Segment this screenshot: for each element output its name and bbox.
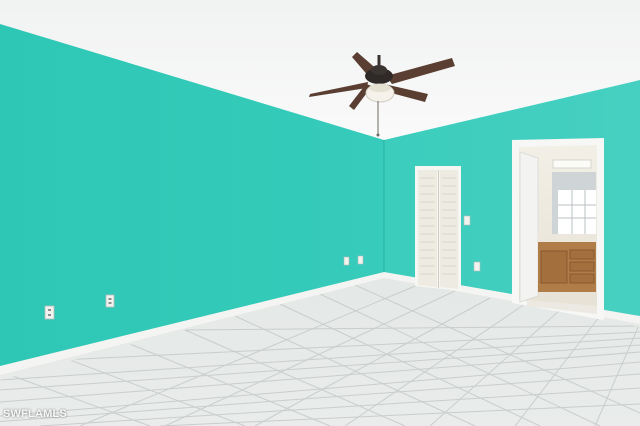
room-illustration xyxy=(0,0,640,426)
mls-watermark: SWFLAMLS xyxy=(3,408,67,420)
outlet-icon xyxy=(105,294,115,308)
light-switch-icon xyxy=(463,215,471,226)
open-bathroom-door xyxy=(519,151,539,303)
vanity-light xyxy=(552,159,592,169)
closet-door xyxy=(415,166,461,291)
outlet-icon xyxy=(357,255,364,265)
outlet-icon xyxy=(473,261,481,272)
bedroom-photo: SWFLAMLS xyxy=(0,0,640,426)
bathroom-doorway xyxy=(512,138,604,320)
outlet-icon xyxy=(343,256,350,266)
outlet-icon xyxy=(44,305,55,320)
